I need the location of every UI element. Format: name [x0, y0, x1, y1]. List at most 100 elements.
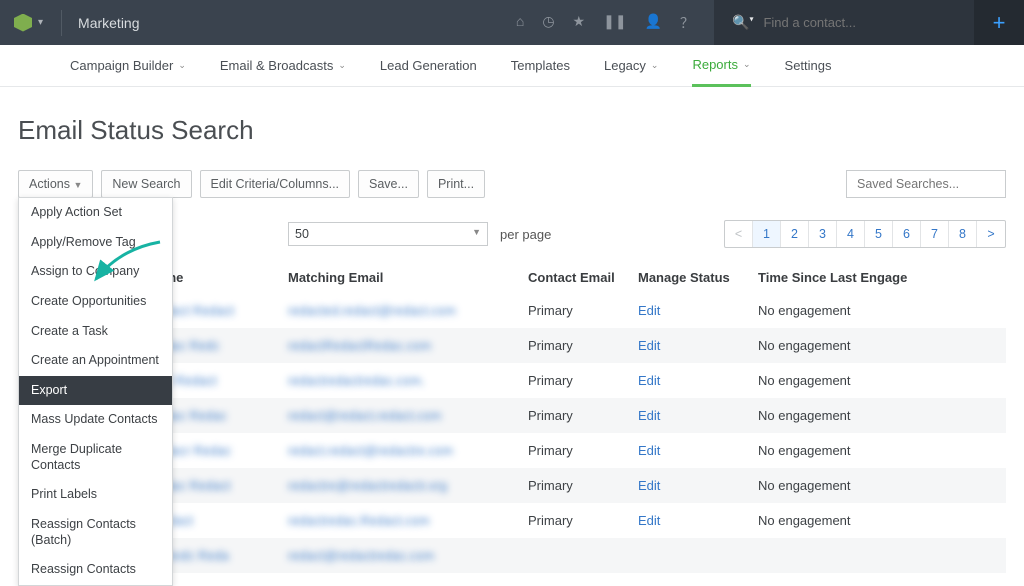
cell-time: No engagement: [748, 363, 1006, 398]
navbar: Campaign Builder⌄ Email & Broadcasts⌄ Lead…: [0, 45, 1024, 87]
page-5[interactable]: 5: [865, 221, 893, 247]
cell-contact: Primary: [518, 293, 628, 328]
cell-time: No engagement: [748, 468, 1006, 503]
nav-lead-generation[interactable]: Lead Generation: [380, 45, 477, 87]
nav-email-broadcasts[interactable]: Email & Broadcasts⌄: [220, 45, 346, 87]
app-name: Marketing: [66, 15, 151, 31]
cell-manage[interactable]: Edit: [628, 503, 748, 538]
page-2[interactable]: 2: [781, 221, 809, 247]
actions-menu-item[interactable]: Print Labels: [19, 480, 172, 510]
chevron-down-icon: ▼: [472, 227, 481, 241]
cell-time: No engagement: [748, 503, 1006, 538]
actions-menu-item[interactable]: Reassign Contacts: [19, 555, 172, 585]
nav-settings[interactable]: Settings: [785, 45, 832, 87]
cell-contact: Primary: [518, 468, 628, 503]
pagination: <12345678>: [724, 220, 1006, 248]
cell-manage[interactable]: Edit: [628, 398, 748, 433]
cell-manage[interactable]: Edit: [628, 328, 748, 363]
cell-time: No engagement: [748, 328, 1006, 363]
page-next[interactable]: >: [977, 221, 1005, 247]
divider: [61, 10, 62, 36]
chevron-down-icon: ⌄: [651, 60, 659, 71]
apps-icon[interactable]: ❚❚: [603, 13, 626, 33]
home-icon[interactable]: ⌂: [516, 13, 524, 33]
page-prev[interactable]: <: [725, 221, 753, 247]
page-4[interactable]: 4: [837, 221, 865, 247]
actions-menu-item[interactable]: Mass Update Contacts: [19, 405, 172, 435]
cell-contact: Primary: [518, 503, 628, 538]
actions-menu-item[interactable]: Apply Action Set: [19, 198, 172, 228]
cell-email: redactredac.Redact.com: [278, 503, 518, 538]
actions-menu-item[interactable]: Assign to Company: [19, 257, 172, 287]
page-6[interactable]: 6: [893, 221, 921, 247]
per-page-label: per page: [500, 227, 551, 242]
help-icon[interactable]: ？: [680, 13, 694, 33]
actions-menu-item[interactable]: Apply/Remove Tag: [19, 228, 172, 258]
toolbar: Actions ▼ New Search Edit Criteria/Colum…: [18, 170, 1006, 198]
cell-time: No engagement: [748, 398, 1006, 433]
saved-searches-input[interactable]: [846, 170, 1006, 198]
nav-campaign-builder[interactable]: Campaign Builder⌄: [70, 45, 186, 87]
col-header[interactable]: Contact Email: [518, 262, 628, 293]
top-icon-row: ⌂ ◷ ★ ❚❚ 👤 ？: [496, 13, 714, 33]
actions-menu-item[interactable]: Create an Appointment: [19, 346, 172, 376]
page-title: Email Status Search: [18, 115, 1006, 146]
app-switcher[interactable]: ▾: [0, 14, 57, 32]
cell-contact: Primary: [518, 398, 628, 433]
cell-manage[interactable]: Edit: [628, 363, 748, 398]
cell-manage[interactable]: Edit: [628, 433, 748, 468]
page-7[interactable]: 7: [921, 221, 949, 247]
save-button[interactable]: Save...: [358, 170, 419, 198]
actions-menu-item[interactable]: Merge Duplicate Contacts: [19, 435, 172, 480]
chevron-down-icon: ⌄: [338, 60, 346, 71]
actions-menu-item[interactable]: Create a Task: [19, 317, 172, 347]
cell-email: redactRedactRedac.com: [278, 328, 518, 363]
chevron-down-icon: ⌄: [178, 60, 186, 71]
page-body: Email Status Search Actions ▼ New Search…: [0, 87, 1024, 573]
search-input[interactable]: [763, 15, 923, 30]
cell-contact: Primary: [518, 433, 628, 468]
saved-searches[interactable]: [846, 170, 1006, 198]
nav-templates[interactable]: Templates: [511, 45, 570, 87]
cell-time: No engagement: [748, 433, 1006, 468]
cell-contact: Primary: [518, 328, 628, 363]
edit-criteria-button[interactable]: Edit Criteria/Columns...: [200, 170, 351, 198]
cell-contact: Primary: [518, 363, 628, 398]
clock-icon[interactable]: ◷: [542, 13, 554, 33]
search-icon: 🔍▾: [732, 14, 753, 31]
page-8[interactable]: 8: [949, 221, 977, 247]
page-1[interactable]: 1: [753, 221, 781, 247]
topbar: ▾ Marketing ⌂ ◷ ★ ❚❚ 👤 ？ 🔍▾ +: [0, 0, 1024, 45]
print-button[interactable]: Print...: [427, 170, 485, 198]
cell-email: redacted.redact@redact.com: [278, 293, 518, 328]
col-header[interactable]: Time Since Last Engage: [748, 262, 1006, 293]
cell-manage[interactable]: Edit: [628, 293, 748, 328]
actions-menu: Apply Action SetApply/Remove TagAssign t…: [18, 197, 173, 586]
new-search-button[interactable]: New Search: [101, 170, 191, 198]
logo-icon: [14, 14, 32, 32]
page-3[interactable]: 3: [809, 221, 837, 247]
global-search[interactable]: 🔍▾: [714, 0, 974, 45]
cell-email: redact.redact@redactre.com: [278, 433, 518, 468]
actions-button[interactable]: Actions ▼: [18, 170, 93, 198]
chevron-down-icon: ▼: [73, 180, 82, 190]
star-icon[interactable]: ★: [573, 13, 586, 33]
per-page-value: 50: [295, 227, 309, 241]
nav-legacy[interactable]: Legacy⌄: [604, 45, 658, 87]
col-header[interactable]: Manage Status: [628, 262, 748, 293]
chevron-down-icon: ⌄: [743, 59, 751, 70]
nav-reports[interactable]: Reports⌄: [692, 45, 750, 87]
col-header[interactable]: Matching Email: [278, 262, 518, 293]
add-button[interactable]: +: [974, 0, 1024, 45]
cell-time: No engagement: [748, 293, 1006, 328]
person-icon[interactable]: 👤: [645, 13, 662, 33]
actions-menu-item[interactable]: Reassign Contacts (Batch): [19, 510, 172, 555]
cell-email: redactre@redactredactr.org: [278, 468, 518, 503]
chevron-down-icon: ▾: [38, 17, 43, 28]
actions-menu-item[interactable]: Export: [19, 376, 172, 406]
cell-email: redactredactredac.com.: [278, 363, 518, 398]
per-page-select[interactable]: 50 ▼: [288, 222, 488, 246]
actions-menu-item[interactable]: Create Opportunities: [19, 287, 172, 317]
cell-manage[interactable]: Edit: [628, 468, 748, 503]
cell-email: redact@redact.redact.com: [278, 398, 518, 433]
